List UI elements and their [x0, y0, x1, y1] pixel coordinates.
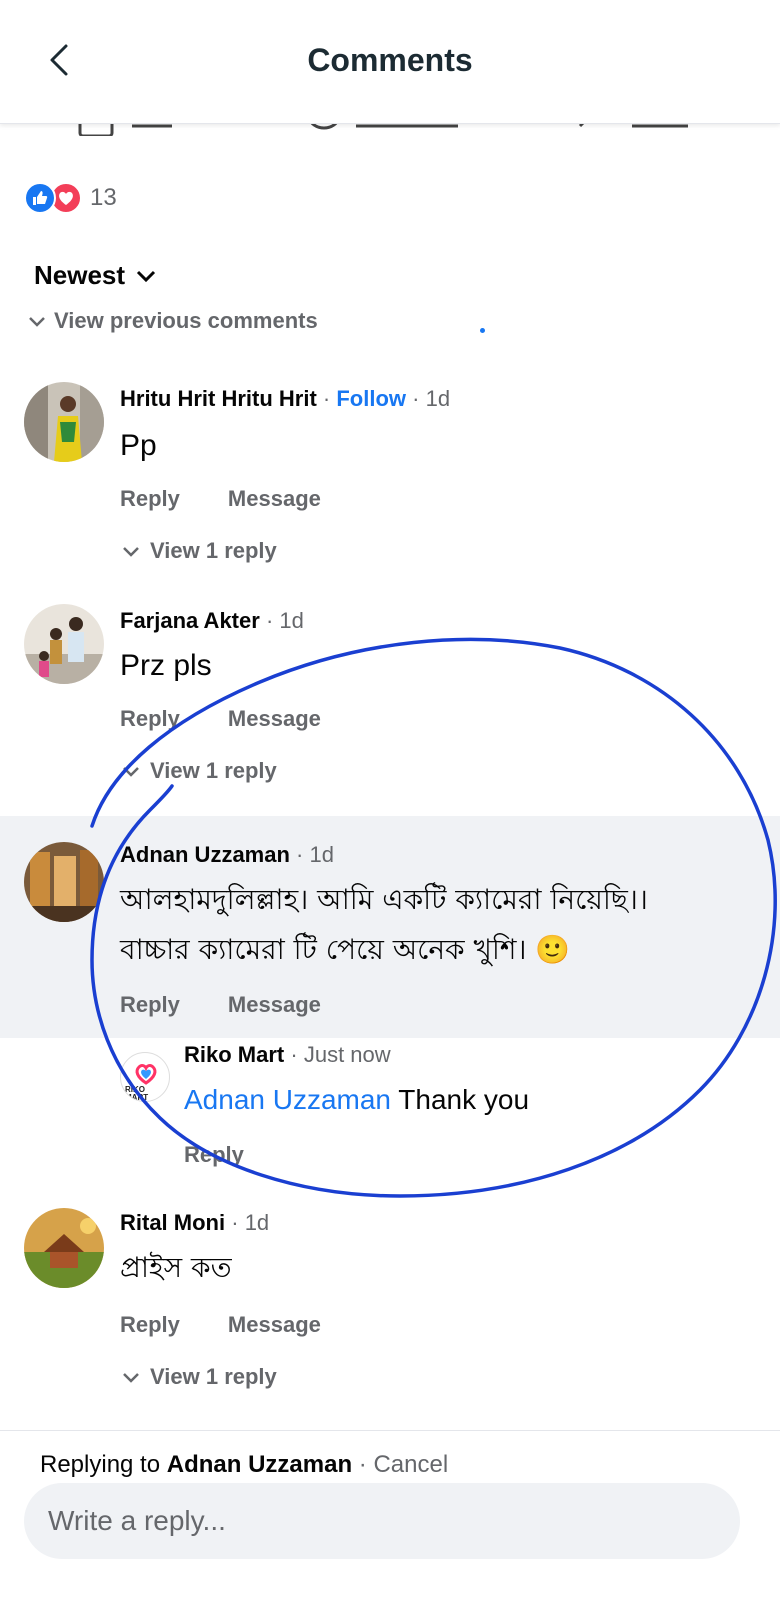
comment-item-highlighted: Adnan Uzzaman · 1d আলহামদুলিল্লাহ। আমি এ… [0, 816, 780, 1038]
mention-link[interactable]: Adnan Uzzaman [184, 1084, 391, 1115]
chevron-down-icon [136, 270, 156, 282]
comment-author[interactable]: Farjana Akter [120, 608, 260, 633]
cancel-reply-button[interactable]: Cancel [373, 1451, 448, 1478]
comment-author-line: Hritu Hrit Hritu Hrit · Follow · 1d [120, 386, 451, 411]
reply-author[interactable]: Riko Mart [184, 1042, 284, 1067]
comment-text-line: বাচ্চার ক্যামেরা টি পেয়ে অনেক খুশি। 🙂 [120, 933, 571, 966]
comment-actions: Reply Message [120, 992, 321, 1018]
comment-text: Prz pls [120, 649, 212, 682]
comment-timestamp: 1d [279, 608, 304, 633]
reply-text-body: Thank you [398, 1084, 530, 1115]
view-replies-label: View 1 reply [150, 538, 277, 563]
reply-button[interactable]: Reply [184, 1142, 244, 1168]
message-button[interactable]: Message [228, 992, 321, 1018]
chevron-down-icon [123, 767, 139, 777]
comment-item: Hritu Hrit Hritu Hrit · Follow · 1d Pp R… [0, 370, 780, 580]
comment-timestamp: 1d [425, 386, 451, 411]
view-replies-label: View 1 reply [150, 1364, 277, 1389]
nested-reply-item: RIKO MART Riko Mart · Just now Adnan Uzz… [0, 1038, 780, 1188]
reply-actions: Reply [184, 1142, 244, 1168]
replying-name: Adnan Uzzaman [166, 1451, 353, 1478]
message-button[interactable]: Message [228, 1312, 321, 1338]
comment-text-line: আলহামদুলিল্লাহ। আমি একটি ক্যামেরা নিয়েছ… [120, 883, 648, 916]
comment-text: প্রাইস কত [120, 1251, 232, 1284]
view-replies-label: View 1 reply [150, 758, 277, 783]
comment-author-line: Rital Moni · 1d [120, 1210, 270, 1235]
comment-author[interactable]: Hritu Hrit Hritu Hrit [120, 386, 317, 411]
reply-input[interactable] [24, 1483, 740, 1559]
chevron-down-icon [123, 1373, 139, 1383]
view-previous-label: View previous comments [54, 308, 318, 333]
comment-timestamp: 1d [309, 842, 334, 867]
reaction-count: 13 [90, 184, 117, 211]
comment-timestamp: 1d [244, 1210, 270, 1235]
comment-author[interactable]: Rital Moni [120, 1210, 225, 1235]
chevron-down-icon [123, 547, 139, 557]
reply-button[interactable]: Reply [120, 992, 180, 1018]
page-avatar[interactable]: RIKO MART [120, 1052, 170, 1102]
view-replies-link[interactable]: View 1 reply [122, 758, 277, 784]
view-previous-comments[interactable]: View previous comments [28, 308, 318, 334]
reply-button[interactable]: Reply [120, 1312, 180, 1338]
reply-composer: Replying to Adnan Uzzaman · Cancel [0, 1430, 780, 1600]
stray-dot [480, 328, 485, 333]
replying-to-bar: Replying to Adnan Uzzaman · Cancel [40, 1451, 449, 1478]
avatar[interactable] [24, 382, 104, 462]
message-button[interactable]: Message [228, 706, 321, 732]
comment-author-line: Farjana Akter · 1d [120, 608, 304, 633]
comment-actions: Reply Message [120, 706, 321, 732]
page-avatar-text: RIKO MART [125, 1085, 149, 1102]
comment-text: Pp [120, 429, 157, 462]
page-title: Comments [307, 42, 473, 78]
comment-author[interactable]: Adnan Uzzaman [120, 842, 290, 867]
message-button[interactable]: Message [228, 486, 321, 512]
chevron-down-icon [29, 317, 45, 327]
avatar[interactable] [24, 1208, 104, 1288]
reply-button[interactable]: Reply [120, 486, 180, 512]
sort-label: Newest [34, 260, 126, 290]
comment-item: Rital Moni · 1d প্রাইস কত Reply Message … [0, 1194, 780, 1404]
avatar[interactable] [24, 604, 104, 684]
sort-dropdown[interactable]: Newest [34, 260, 157, 291]
reaction-summary[interactable]: 13 [24, 180, 117, 216]
follow-button[interactable]: Follow [336, 386, 406, 411]
comment-author-line: Adnan Uzzaman · 1d [120, 842, 334, 867]
reply-timestamp: Just now [303, 1042, 391, 1067]
reply-text: Adnan Uzzaman Thank you [184, 1076, 529, 1124]
avatar[interactable] [24, 842, 104, 922]
like-reaction-icon [24, 182, 56, 214]
top-bar: Comments [0, 0, 780, 124]
view-replies-link[interactable]: View 1 reply [122, 538, 277, 564]
replying-prefix: Replying to [40, 1451, 161, 1478]
comment-actions: Reply Message [120, 1312, 321, 1338]
comment-actions: Reply Message [120, 486, 321, 512]
reply-author-line: Riko Mart · Just now [184, 1042, 391, 1067]
view-replies-link[interactable]: View 1 reply [122, 1364, 277, 1390]
reply-button[interactable]: Reply [120, 706, 180, 732]
comment-item: Farjana Akter · 1d Prz pls Reply Message… [0, 592, 780, 800]
